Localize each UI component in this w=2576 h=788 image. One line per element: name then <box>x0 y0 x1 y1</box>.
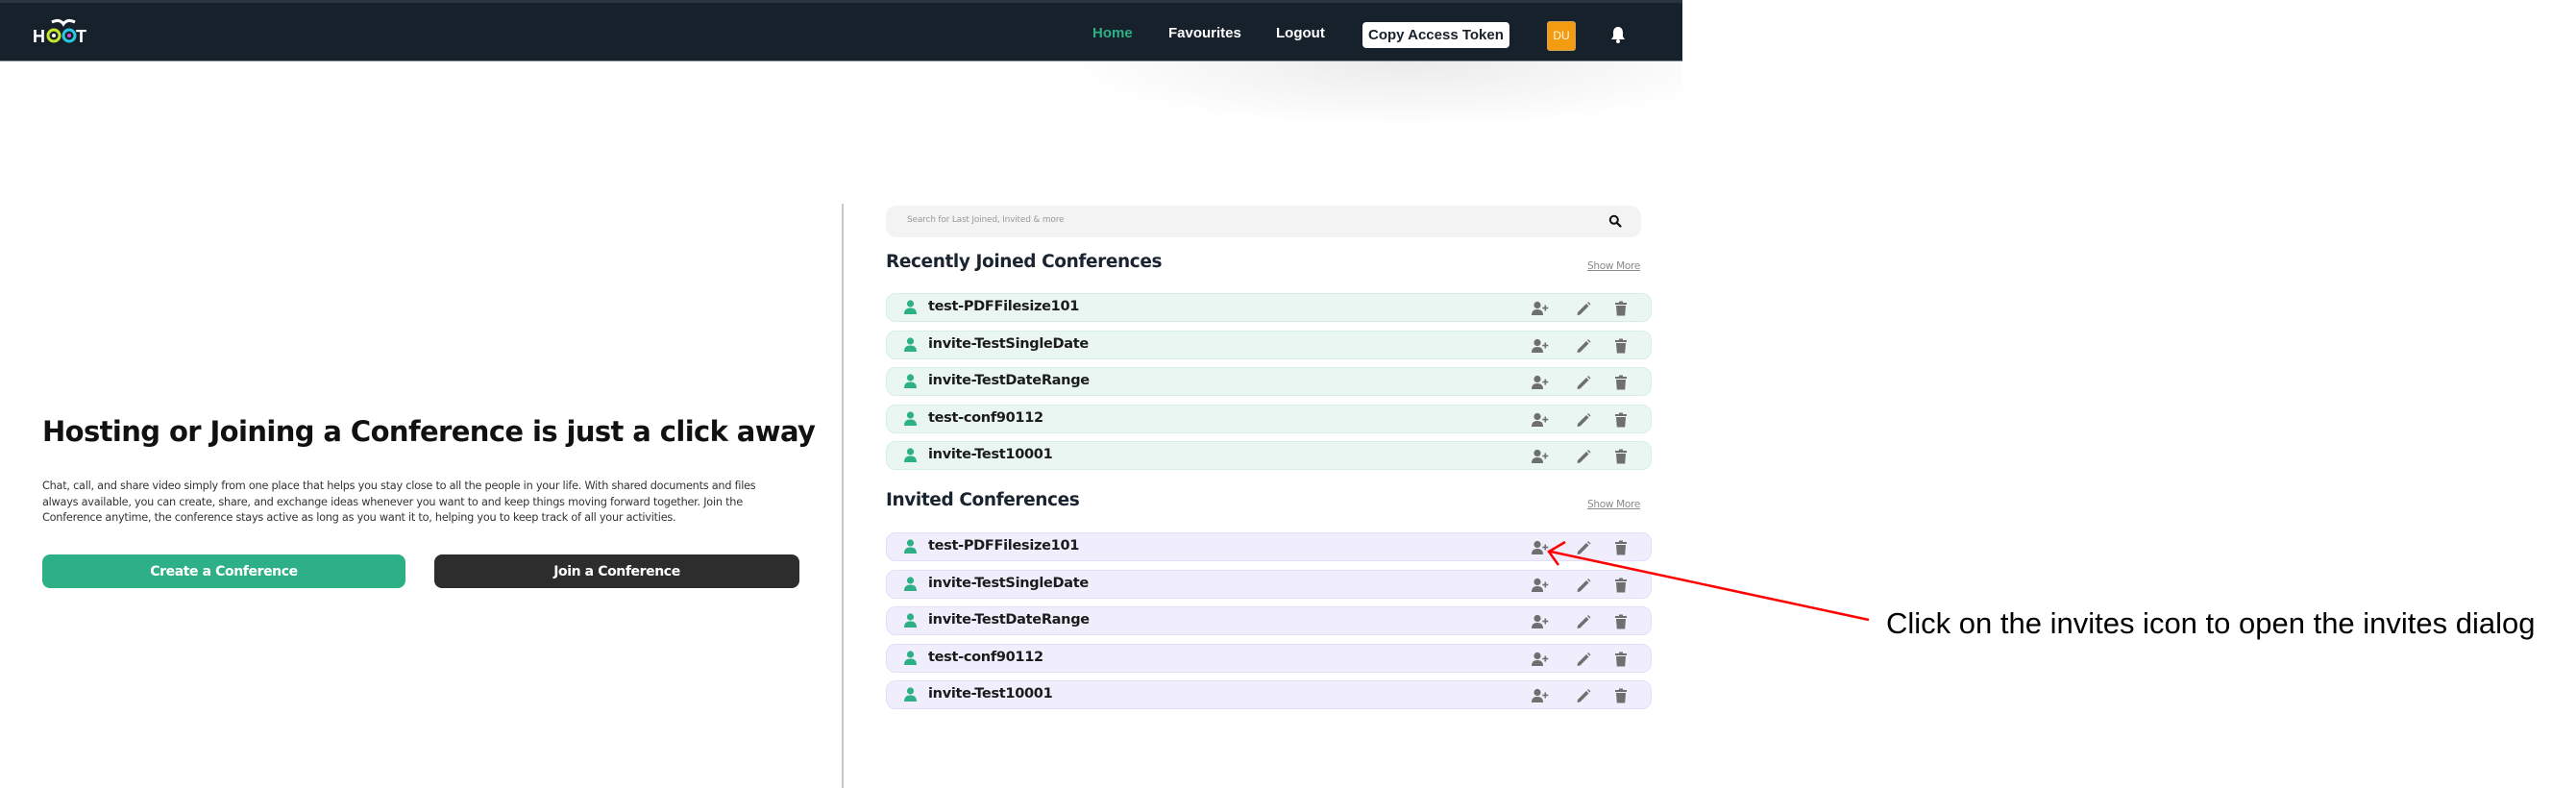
pencil-icon[interactable] <box>1575 449 1592 464</box>
user-avatar[interactable]: DU <box>1547 21 1576 51</box>
pencil-icon[interactable] <box>1575 412 1592 428</box>
svg-text:H: H <box>33 27 45 46</box>
join-conference-button[interactable]: Join a Conference <box>434 554 799 588</box>
app-window: H T Home Favourites Logout Copy Access T… <box>0 0 1682 788</box>
conference-name: invite-Test10001 <box>928 686 1053 702</box>
hero-description: Chat, call, and share video simply from … <box>42 480 756 524</box>
search-bar[interactable]: Search for Last Joined, Invited & more <box>886 206 1641 237</box>
nav-link-logout[interactable]: Logout <box>1276 25 1325 41</box>
svg-text:T: T <box>76 27 86 46</box>
recently-joined-row[interactable]: test-PDFFilesize101 <box>886 293 1652 322</box>
recently-joined-list: test-PDFFilesize101 invite-TestSingleDat… <box>886 293 1652 479</box>
invited-row[interactable]: invite-Test10001 <box>886 680 1652 710</box>
recently-joined-row[interactable]: invite-TestDateRange <box>886 367 1652 397</box>
user-plus-icon[interactable] <box>1532 540 1549 555</box>
trash-icon[interactable] <box>1612 614 1630 629</box>
search-icon[interactable] <box>1608 214 1622 228</box>
recently-joined-row[interactable]: test-conf90112 <box>886 404 1652 433</box>
create-conference-button[interactable]: Create a Conference <box>42 554 405 588</box>
trash-icon[interactable] <box>1612 652 1630 667</box>
trash-icon[interactable] <box>1612 578 1630 593</box>
user-icon <box>904 613 917 628</box>
pencil-icon[interactable] <box>1575 652 1592 667</box>
user-icon <box>904 300 917 314</box>
invited-row[interactable]: test-PDFFilesize101 <box>886 532 1652 561</box>
user-icon <box>904 374 917 389</box>
invited-row[interactable]: test-conf90112 <box>886 643 1652 673</box>
recently-joined-title: Recently Joined Conferences <box>886 252 1163 272</box>
nav-link-home[interactable]: Home <box>1092 25 1133 41</box>
vertical-divider <box>842 204 844 788</box>
invited-list: test-PDFFilesize101 invite-TestSingleDat… <box>886 532 1652 718</box>
conference-name: test-PDFFilesize101 <box>928 299 1080 314</box>
nav-link-favourites[interactable]: Favourites <box>1168 25 1241 41</box>
user-plus-icon[interactable] <box>1532 614 1549 629</box>
invited-title: Invited Conferences <box>886 490 1080 510</box>
hero-title: Hosting or Joining a Conference is just … <box>42 415 816 448</box>
user-plus-icon[interactable] <box>1532 449 1549 464</box>
pencil-icon[interactable] <box>1575 578 1592 593</box>
pencil-icon[interactable] <box>1575 540 1592 555</box>
invited-row[interactable]: invite-TestDateRange <box>886 606 1652 636</box>
user-plus-icon[interactable] <box>1532 688 1549 703</box>
user-plus-icon[interactable] <box>1532 338 1549 354</box>
hoot-logo[interactable]: H T <box>33 16 94 47</box>
invited-row[interactable]: invite-TestSingleDate <box>886 569 1652 599</box>
recently-joined-row[interactable]: invite-TestSingleDate <box>886 330 1652 359</box>
user-icon <box>904 651 917 665</box>
copy-access-token-button[interactable]: Copy Access Token <box>1362 22 1509 48</box>
user-icon <box>904 336 917 352</box>
trash-icon[interactable] <box>1612 688 1630 703</box>
conference-name: invite-TestDateRange <box>928 612 1090 628</box>
pencil-icon[interactable] <box>1575 375 1592 390</box>
pencil-icon[interactable] <box>1575 301 1592 316</box>
trash-icon[interactable] <box>1612 412 1630 428</box>
conference-name: invite-TestSingleDate <box>928 575 1089 591</box>
conference-name: invite-TestDateRange <box>928 373 1090 389</box>
trash-icon[interactable] <box>1612 449 1630 464</box>
user-plus-icon[interactable] <box>1532 652 1549 667</box>
pencil-icon[interactable] <box>1575 688 1592 703</box>
conference-name: test-conf90112 <box>928 409 1043 426</box>
trash-icon[interactable] <box>1612 338 1630 354</box>
user-plus-icon[interactable] <box>1532 375 1549 390</box>
trash-icon[interactable] <box>1612 375 1630 390</box>
user-icon <box>904 687 917 702</box>
user-icon <box>904 539 917 554</box>
conference-name: invite-Test10001 <box>928 447 1053 463</box>
trash-icon[interactable] <box>1612 301 1630 316</box>
dropdown-shadow <box>1057 62 1682 129</box>
navbar: H T Home Favourites Logout Copy Access T… <box>0 0 1682 62</box>
recently-joined-row[interactable]: invite-Test10001 <box>886 441 1652 471</box>
search-placeholder: Search for Last Joined, Invited & more <box>907 215 1065 225</box>
pencil-icon[interactable] <box>1575 338 1592 354</box>
user-icon <box>904 576 917 591</box>
user-icon <box>904 411 917 426</box>
pencil-icon[interactable] <box>1575 614 1592 629</box>
annotation-text: Click on the invites icon to open the in… <box>1886 606 2536 640</box>
trash-icon[interactable] <box>1612 540 1630 555</box>
conference-name: test-conf90112 <box>928 649 1043 665</box>
conference-name: test-PDFFilesize101 <box>928 538 1080 554</box>
user-plus-icon[interactable] <box>1532 578 1549 593</box>
invited-show-more[interactable]: Show More <box>1587 499 1640 510</box>
bell-icon[interactable] <box>1610 26 1626 43</box>
user-plus-icon[interactable] <box>1532 301 1549 316</box>
conference-name: invite-TestSingleDate <box>928 335 1089 352</box>
user-icon <box>904 448 917 463</box>
recently-joined-show-more[interactable]: Show More <box>1587 260 1640 272</box>
user-plus-icon[interactable] <box>1532 412 1549 428</box>
